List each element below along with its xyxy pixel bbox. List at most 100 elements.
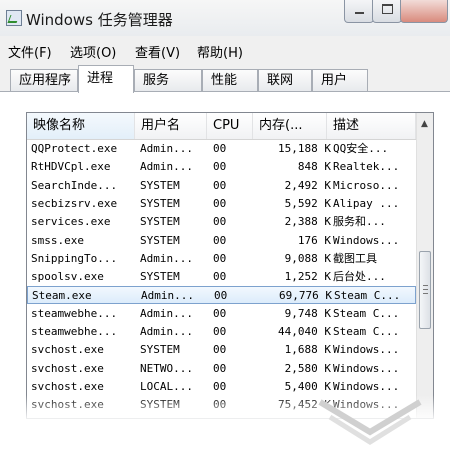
cell-image-name: spoolsv.exe xyxy=(31,270,104,284)
cell-memory: 15,188 K xyxy=(278,142,331,155)
cell-description: Windows... xyxy=(333,343,400,357)
table-row[interactable]: steamwebhe... Admin... 00 44,040 K Steam C..… xyxy=(27,323,416,341)
cell-cpu: 00 xyxy=(214,289,228,303)
cell-cpu: 00 xyxy=(213,178,227,192)
minimize-button[interactable] xyxy=(344,0,374,23)
cell-cpu: 00 xyxy=(213,160,227,174)
cell-image-name: svchost.exe xyxy=(31,361,104,375)
column-header-row: 映像名称 用户名 CPU 内存(... 描述 xyxy=(27,113,416,140)
cell-description: Steam C... xyxy=(334,289,401,303)
menu-bar: 文件(F) 选项(O) 查看(V) 帮助(H) xyxy=(0,36,450,63)
cell-cpu: 00 xyxy=(213,233,227,247)
column-header-description[interactable]: 描述 xyxy=(327,113,416,139)
maximize-button[interactable] xyxy=(372,0,402,23)
cell-description: 后台处... xyxy=(333,270,386,284)
menu-file[interactable]: 文件(F) xyxy=(8,42,52,61)
cell-memory: 2,492 K xyxy=(284,178,331,192)
cell-memory: 5,592 K xyxy=(284,196,331,210)
tab-networking[interactable]: 联网 xyxy=(258,69,312,91)
watermark-logo-icon xyxy=(318,399,422,445)
menu-options[interactable]: 选项(O) xyxy=(70,42,116,61)
scroll-thumb[interactable] xyxy=(419,251,431,329)
cell-description: 截图工具 xyxy=(333,251,377,265)
cell-image-name: steamwebhe... xyxy=(31,306,118,320)
cell-description: Steam C... xyxy=(333,306,400,320)
cell-memory: 1,688 K xyxy=(284,343,331,357)
cell-image-name: services.exe xyxy=(31,215,111,229)
column-header-user[interactable]: 用户名 xyxy=(135,113,207,139)
title-bar: Windows 任务管理器 xyxy=(0,0,450,36)
close-button[interactable] xyxy=(400,0,448,23)
menu-help[interactable]: 帮助(H) xyxy=(197,42,243,61)
cell-description: Windows... xyxy=(333,233,400,247)
cell-cpu: 00 xyxy=(213,270,227,284)
cell-user: NETWO... xyxy=(140,361,193,375)
tab-users[interactable]: 用户 xyxy=(312,69,368,91)
cell-description: Windows... xyxy=(333,361,400,375)
cell-cpu: 00 xyxy=(213,142,227,155)
table-row[interactable]: QQProtect.exe Admin... 00 15,188 K QQ安全... xyxy=(27,140,416,158)
cell-image-name: QQProtect.exe xyxy=(31,142,118,155)
column-header-cpu[interactable]: CPU xyxy=(207,113,253,139)
cell-cpu: 00 xyxy=(213,343,227,357)
table-row[interactable]: spoolsv.exe SYSTEM 00 1,252 K 后台处... xyxy=(27,268,416,286)
cell-image-name: steamwebhe... xyxy=(31,325,118,338)
cell-user: Admin... xyxy=(140,142,193,155)
cell-image-name: svchost.exe xyxy=(31,343,104,357)
column-header-image-name[interactable]: 映像名称 xyxy=(27,113,135,139)
table-row[interactable]: secbizsrv.exe SYSTEM 00 5,592 K Alipay ... xyxy=(27,195,416,213)
menu-view[interactable]: 查看(V) xyxy=(135,42,180,61)
cell-cpu: 00 xyxy=(213,306,227,320)
cell-image-name: RtHDVCpl.exe xyxy=(31,160,111,174)
cell-description: Microso... xyxy=(333,178,400,192)
cell-user: Admin... xyxy=(140,160,193,174)
table-row[interactable]: svchost.exe SYSTEM 00 1,688 K Windows... xyxy=(27,341,416,359)
cell-memory: 69,776 K xyxy=(279,289,332,303)
cell-memory: 9,088 K xyxy=(284,251,331,265)
cell-image-name: secbizsrv.exe xyxy=(31,196,118,210)
cell-description: Alipay ... xyxy=(333,196,400,210)
tab-processes[interactable]: 进程 xyxy=(78,65,134,93)
cell-memory: 9,748 K xyxy=(284,306,331,320)
tab-strip: 应用程序 进程 服务 性能 联网 用户 xyxy=(0,62,450,93)
scroll-up-arrow-icon[interactable]: ▲ xyxy=(421,119,428,129)
table-row[interactable]: svchost.exe NETWO... 00 2,580 K Windows... xyxy=(27,360,416,378)
cell-description: QQ安全... xyxy=(333,142,389,155)
tab-services[interactable]: 服务 xyxy=(134,69,202,91)
window-title: Windows 任务管理器 xyxy=(26,11,173,29)
cell-user: SYSTEM xyxy=(140,343,180,357)
cell-user: LOCAL... xyxy=(140,379,193,393)
tab-performance[interactable]: 性能 xyxy=(202,69,258,91)
cell-memory: 2,388 K xyxy=(284,215,331,229)
cell-image-name: SearchInde... xyxy=(31,178,118,192)
scroll-grip-icon xyxy=(423,285,428,286)
cell-image-name: smss.exe xyxy=(31,233,84,247)
cell-description: Realtek... xyxy=(333,160,400,174)
cell-image-name: svchost.exe xyxy=(31,379,104,393)
cell-image-name: Steam.exe xyxy=(32,289,92,303)
cell-cpu: 00 xyxy=(213,215,227,229)
cell-memory: 44,040 K xyxy=(278,325,331,338)
table-row[interactable]: services.exe SYSTEM 00 2,388 K 服务和... xyxy=(27,213,416,231)
task-manager-app-icon xyxy=(6,10,22,26)
cell-image-name: SnippingTo... xyxy=(31,251,118,265)
table-row[interactable]: steamwebhe... Admin... 00 9,748 K Steam C... xyxy=(27,305,416,323)
cell-user: SYSTEM xyxy=(140,215,180,229)
table-row[interactable]: SnippingTo... Admin... 00 9,088 K 截图工具 xyxy=(27,250,416,268)
cell-user: Admin... xyxy=(140,251,193,265)
cell-user: SYSTEM xyxy=(140,270,180,284)
column-header-memory[interactable]: 内存(... xyxy=(253,113,327,139)
vertical-scrollbar[interactable]: ▲ xyxy=(416,113,433,418)
cell-description: 服务和... xyxy=(333,215,386,229)
table-row[interactable]: SearchInde... SYSTEM 00 2,492 K Microso... xyxy=(27,177,416,195)
table-row[interactable]: RtHDVCpl.exe Admin... 00 848 K Realtek... xyxy=(27,158,416,176)
tab-applications[interactable]: 应用程序 xyxy=(10,69,78,91)
cell-memory: 2,580 K xyxy=(284,361,331,375)
process-list[interactable]: 映像名称 用户名 CPU 内存(... 描述 QQProtect.exe Admi… xyxy=(26,112,434,419)
cell-memory: 848 K xyxy=(297,160,331,174)
cell-memory: 1,252 K xyxy=(284,270,331,284)
cell-cpu: 00 xyxy=(213,251,227,265)
table-row[interactable]: Steam.exe Admin... 00 69,776 K Steam C... xyxy=(27,286,416,305)
cell-cpu: 00 xyxy=(213,361,227,375)
table-row[interactable]: smss.exe SYSTEM 00 176 K Windows... xyxy=(27,232,416,250)
